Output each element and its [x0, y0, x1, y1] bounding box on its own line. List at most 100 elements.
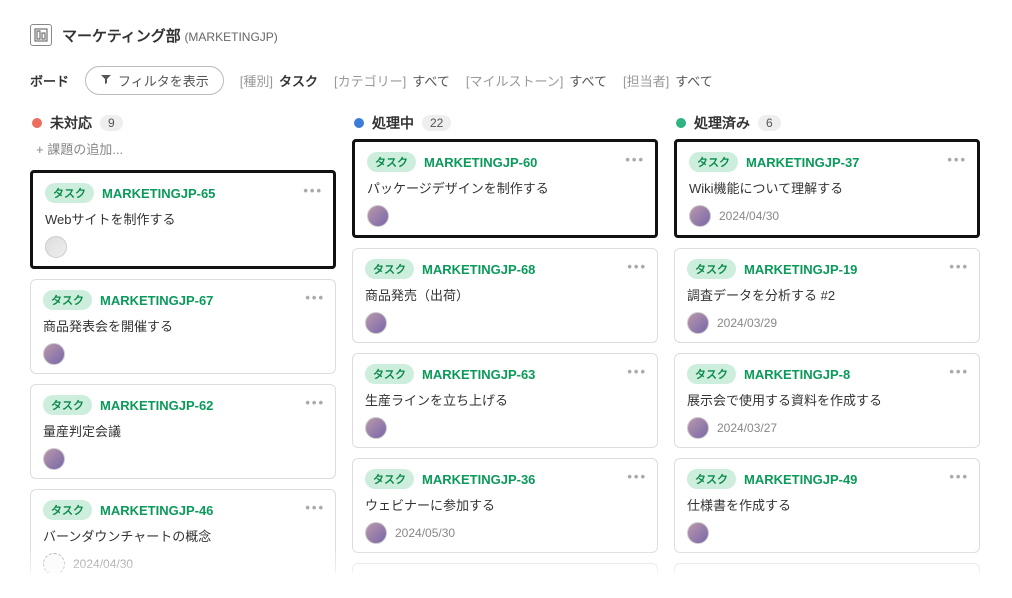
issue-type-badge: タスク — [689, 152, 738, 172]
issue-card[interactable]: ••• タスク MARKETINGJP-49 仕様書を作成する — [674, 458, 980, 553]
issue-subject: Webサイトを制作する — [45, 209, 321, 228]
issue-type-badge: タスク — [365, 364, 414, 384]
card-more-button[interactable]: ••• — [947, 152, 967, 167]
due-date: 2024/04/30 — [73, 557, 133, 571]
assignee-avatar — [365, 522, 387, 544]
issue-key: MARKETINGJP-19 — [744, 262, 857, 277]
issue-type-badge: タスク — [687, 469, 736, 489]
card-more-button[interactable]: ••• — [625, 152, 645, 167]
project-header: マーケティング部 (MARKETINGJP) — [30, 18, 982, 56]
issue-card[interactable]: •••タスクMARKETINGJP-47バーンダウンチャートの使い方 — [352, 563, 658, 573]
column-header: 処理中 22 — [352, 107, 658, 139]
issue-key: MARKETINGJP-36 — [422, 472, 535, 487]
filter-button[interactable]: フィルタを表示 — [85, 66, 224, 95]
issue-subject: 仕様書を作成する — [687, 495, 967, 514]
issue-type-badge: タスク — [365, 469, 414, 489]
board-column: 処理済み6 ••• タスク MARKETINGJP-37 Wiki機能について理解する 2… — [674, 107, 980, 573]
issue-card[interactable]: ••• タスク MARKETINGJP-19 調査データを分析する #2 2024/03… — [674, 248, 980, 343]
assignee-avatar — [367, 205, 389, 227]
column-title: 処理中 — [372, 113, 414, 133]
board-column: 処理中22•••タスクMARKETINGJP-60パッケージデザインを制作する•… — [352, 107, 658, 573]
card-more-button[interactable]: ••• — [949, 469, 969, 484]
status-dot-icon — [354, 118, 364, 128]
board-column: 未対応9課題の追加...•••タスクMARKETINGJP-65Webサイトを制… — [30, 107, 336, 573]
issue-card[interactable]: •••タスクMARKETINGJP-37Wiki機能について理解する2024/0… — [674, 139, 980, 238]
column-title: 未対応 — [50, 113, 92, 133]
column-header: 処理済み6 — [674, 107, 980, 139]
column-count: 9 — [100, 115, 123, 131]
issue-type-badge: タスク — [687, 259, 736, 279]
card-more-button[interactable]: ••• — [949, 259, 969, 274]
issue-key: MARKETINGJP-49 — [744, 472, 857, 487]
issue-card[interactable]: •••タスクMARKETINGJP-36ウェビナーに参加する2024/05/30 — [352, 458, 658, 553]
board-tab[interactable]: ボード — [30, 71, 69, 90]
issue-subject: 生産ラインを立ち上げる — [365, 390, 645, 409]
issue-card[interactable]: ••• タスク MARKETINGJP-60 パッケージデザインを制作する — [352, 139, 658, 238]
column-title: 処理済み — [694, 113, 750, 133]
issue-subject: パッケージデザインを制作する — [367, 178, 643, 197]
filter-assignee[interactable]: [担当者] すべて — [623, 71, 713, 90]
assignee-avatar — [43, 553, 65, 573]
assignee-avatar — [687, 522, 709, 544]
issue-card[interactable]: •••タスクMARKETINGJP-65Webサイトを制作する — [30, 170, 336, 269]
project-name: マーケティング部 — [62, 28, 181, 45]
assignee-avatar — [43, 343, 65, 365]
card-more-button[interactable]: ••• — [305, 395, 325, 410]
board-toolbar: ボード フィルタを表示 [種別] タスク [カテゴリー] すべて [マイルストー… — [30, 56, 982, 103]
card-more-button[interactable]: ••• — [303, 183, 323, 198]
issue-card[interactable]: ••• タスク MARKETINGJP-62 量産判定会議 — [30, 384, 336, 479]
filter-category[interactable]: [カテゴリー] すべて — [334, 71, 450, 90]
issue-key: MARKETINGJP-68 — [422, 262, 535, 277]
issue-type-badge: タスク — [687, 364, 736, 384]
assignee-avatar — [687, 312, 709, 334]
issue-key: MARKETINGJP-8 — [744, 367, 850, 382]
card-more-button[interactable]: ••• — [305, 290, 325, 305]
filter-milestone[interactable]: [マイルストーン] すべて — [466, 71, 607, 90]
assignee-avatar — [43, 448, 65, 470]
card-more-button[interactable]: ••• — [627, 469, 647, 484]
issue-card[interactable]: ••• タスク MARKETINGJP-68 商品発売（出荷） — [352, 248, 658, 343]
issue-subject: 商品発表会を開催する — [43, 316, 323, 335]
project-icon — [30, 24, 52, 46]
issue-key: MARKETINGJP-62 — [100, 398, 213, 413]
card-more-button[interactable]: ••• — [627, 364, 647, 379]
due-date: 2024/03/29 — [717, 316, 777, 330]
card-more-button[interactable]: ••• — [949, 364, 969, 379]
issue-type-badge: タスク — [43, 290, 92, 310]
due-date: 2024/03/27 — [717, 421, 777, 435]
issue-key: MARKETINGJP-46 — [100, 503, 213, 518]
status-dot-icon — [676, 118, 686, 128]
filter-type[interactable]: [種別] タスク — [240, 71, 318, 90]
issue-subject: バーンダウンチャートの概念 — [43, 526, 323, 545]
add-issue-button[interactable]: 課題の追加... — [30, 139, 336, 160]
card-more-button[interactable]: ••• — [305, 500, 325, 515]
column-count: 22 — [422, 115, 451, 131]
issue-subject: 調査データを分析する #2 — [687, 285, 967, 304]
issue-card[interactable]: •••タスクMARKETINGJP-8展示会で使用する資料を作成する2024/0… — [674, 353, 980, 448]
issue-type-badge: タスク — [365, 259, 414, 279]
issue-key: MARKETINGJP-67 — [100, 293, 213, 308]
filter-icon — [100, 73, 112, 88]
issue-card[interactable]: ••• タスク MARKETINGJP-46 バーンダウンチャートの概念 2024/04… — [30, 489, 336, 573]
issue-type-badge: タスク — [43, 500, 92, 520]
status-dot-icon — [32, 118, 42, 128]
assignee-avatar — [365, 417, 387, 439]
issue-card[interactable]: •••タスクMARKETINGJP-50設計書を作成する — [674, 563, 980, 573]
column-header: 未対応 9 — [30, 107, 336, 139]
card-more-button[interactable]: ••• — [627, 259, 647, 274]
issue-subject: 商品発売（出荷） — [365, 285, 645, 304]
issue-card[interactable]: •••タスクMARKETINGJP-63生産ラインを立ち上げる — [352, 353, 658, 448]
issue-subject: 量産判定会議 — [43, 421, 323, 440]
project-code: (MARKETINGJP) — [184, 30, 277, 44]
issue-type-badge: タスク — [367, 152, 416, 172]
issue-type-badge: タスク — [45, 183, 94, 203]
issue-key: MARKETINGJP-37 — [746, 155, 859, 170]
issue-type-badge: タスク — [43, 395, 92, 415]
issue-key: MARKETINGJP-60 — [424, 155, 537, 170]
assignee-avatar — [689, 205, 711, 227]
assignee-avatar — [687, 417, 709, 439]
assignee-avatar — [45, 236, 67, 258]
issue-card[interactable]: ••• タスク MARKETINGJP-67 商品発表会を開催する — [30, 279, 336, 374]
issue-subject: Wiki機能について理解する — [689, 178, 965, 197]
issue-subject: ウェビナーに参加する — [365, 495, 645, 514]
